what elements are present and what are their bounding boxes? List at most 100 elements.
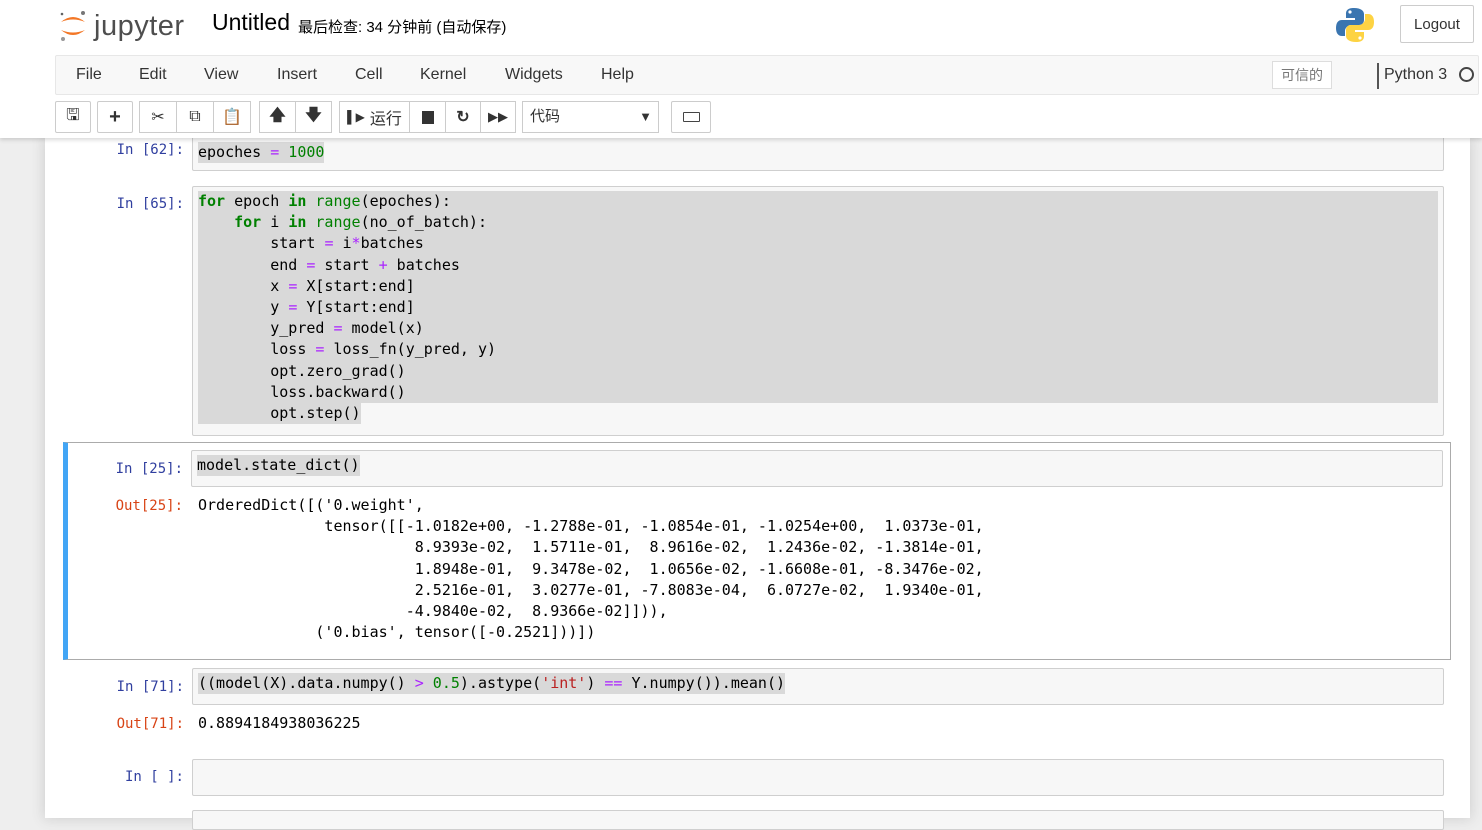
- code-token: =: [270, 143, 280, 161]
- insert-cell-button[interactable]: +: [97, 101, 133, 133]
- code-token: start: [198, 234, 325, 253]
- code-token: start: [315, 255, 379, 274]
- code-token: 0.5: [423, 674, 460, 692]
- run-button[interactable]: ▌▶ 运行: [339, 101, 410, 133]
- interrupt-button[interactable]: [409, 101, 446, 133]
- stop-icon: [421, 110, 434, 124]
- code-token: end: [198, 255, 307, 274]
- in-prompt: In [65]:: [116, 196, 184, 212]
- code-token: x: [198, 276, 289, 295]
- save-button[interactable]: 🖫: [55, 101, 91, 133]
- kernel-idle-icon: [1459, 67, 1474, 82]
- code-cell[interactable]: In [65]: for epoch in range(epoches): fo…: [63, 185, 1451, 436]
- code-cell[interactable]: In [ ]:: [63, 758, 1451, 798]
- cell-output: OrderedDict([('0.weight', tensor([[-1.01…: [198, 496, 984, 642]
- code-line: epoches = 1000: [198, 142, 325, 164]
- code-token: +: [378, 255, 388, 274]
- code-token: =: [333, 319, 343, 338]
- code-token: loss_fn(y_pred, y): [324, 340, 497, 359]
- logo-text: jupyter: [94, 9, 185, 42]
- code-token: *: [351, 234, 361, 253]
- code-token: for: [234, 213, 262, 232]
- code-token: opt.step(): [198, 404, 361, 423]
- code-token: 'int': [541, 674, 587, 692]
- code-token: >: [414, 674, 424, 692]
- command-palette-button[interactable]: [671, 101, 711, 133]
- python-logo-icon: [1336, 8, 1374, 42]
- in-prompt: In [71]:: [116, 679, 184, 695]
- code-token: i: [261, 213, 289, 232]
- menubar: File Edit View Insert Cell Kernel Widget…: [55, 55, 1479, 95]
- code-input[interactable]: [192, 810, 1444, 830]
- paste-icon: 📋: [222, 109, 242, 126]
- code-input[interactable]: [192, 759, 1444, 796]
- menu-view[interactable]: View: [204, 66, 238, 84]
- code-line: y = Y[start:end]: [198, 297, 1438, 319]
- code-cell-selected[interactable]: In [25]: model.state_dict() Out[25]: Ord…: [63, 442, 1451, 660]
- code-input[interactable]: for epoch in range(epoches): for i in ra…: [192, 186, 1444, 436]
- code-input[interactable]: ((model(X).data.numpy() > 0.5).astype('i…: [192, 668, 1444, 705]
- out-prompt: Out[71]:: [116, 716, 184, 732]
- move-up-button[interactable]: 🡅: [259, 101, 296, 133]
- code-line: for epoch in range(epoches):: [198, 191, 1438, 213]
- code-token: Y[start:end]: [297, 298, 415, 317]
- scissors-icon: ✂: [151, 109, 165, 126]
- code-token: =: [288, 298, 298, 317]
- cell-output: 0.8894184938036225: [198, 714, 361, 732]
- menu-edit[interactable]: Edit: [139, 66, 167, 84]
- code-token: in: [288, 213, 307, 232]
- move-down-button[interactable]: 🡇: [295, 101, 332, 133]
- code-line: start = i*batches: [198, 233, 1438, 255]
- code-token: range: [306, 192, 361, 210]
- menu-kernel[interactable]: Kernel: [420, 66, 466, 84]
- paste-button[interactable]: 📋: [213, 101, 251, 133]
- code-token: ==: [604, 674, 623, 692]
- in-prompt: In [ ]:: [124, 769, 184, 785]
- code-token: =: [288, 276, 298, 295]
- code-token: range: [306, 213, 361, 232]
- code-line: opt.zero_grad(): [198, 360, 1438, 382]
- jupyter-logo[interactable]: jupyter: [58, 8, 185, 44]
- code-token: model(x): [342, 319, 424, 338]
- cut-button[interactable]: ✂: [139, 101, 177, 133]
- code-line: x = X[start:end]: [198, 275, 1438, 298]
- code-cell[interactable]: [63, 809, 1451, 830]
- code-token: model.state_dict(): [197, 456, 360, 474]
- code-token: epoch: [225, 192, 289, 210]
- menu-insert[interactable]: Insert: [277, 66, 317, 84]
- code-token: y_pred: [198, 319, 334, 338]
- plus-icon: +: [109, 105, 121, 128]
- code-token: batches: [387, 255, 460, 274]
- code-token: loss.backward(): [198, 382, 406, 401]
- code-token: batches: [360, 234, 424, 253]
- logout-button[interactable]: Logout: [1400, 5, 1474, 43]
- arrow-down-icon: 🡇: [305, 106, 322, 124]
- restart-button[interactable]: ↻: [445, 101, 481, 133]
- kernel-name[interactable]: Python 3: [1384, 66, 1447, 84]
- code-token: in: [288, 192, 307, 210]
- menu-file[interactable]: File: [76, 66, 102, 84]
- code-token: (no_of_batch):: [360, 213, 487, 232]
- menu-cell[interactable]: Cell: [355, 66, 383, 84]
- trusted-indicator[interactable]: 可信的: [1272, 61, 1332, 89]
- chevron-down-icon: ▼: [639, 109, 652, 124]
- menu-help[interactable]: Help: [601, 66, 634, 84]
- code-token: 1000: [279, 143, 325, 161]
- copy-button[interactable]: ⧉: [176, 101, 214, 133]
- in-prompt: In [25]:: [115, 461, 183, 477]
- restart-run-all-button[interactable]: ▶▶: [480, 101, 516, 133]
- restart-icon: ↻: [456, 109, 470, 126]
- code-input[interactable]: model.state_dict(): [191, 450, 1443, 487]
- notebook-container: In [62]: epoches = 1000 In [65]: for epo…: [45, 109, 1470, 830]
- code-line: loss.backward(): [198, 381, 1438, 404]
- code-token: Y.numpy()).mean(): [622, 674, 786, 692]
- code-token: epoches: [198, 143, 271, 161]
- notebook-name[interactable]: Untitled: [212, 9, 290, 36]
- arrow-up-icon: 🡅: [269, 106, 286, 124]
- cell-type-select[interactable]: 代码 ▼: [522, 101, 659, 133]
- code-cell[interactable]: In [71]: ((model(X).data.numpy() > 0.5).…: [63, 667, 1451, 747]
- save-icon: 🖫: [66, 106, 80, 124]
- menu-widgets[interactable]: Widgets: [505, 66, 563, 84]
- code-token: ).astype(: [459, 674, 542, 692]
